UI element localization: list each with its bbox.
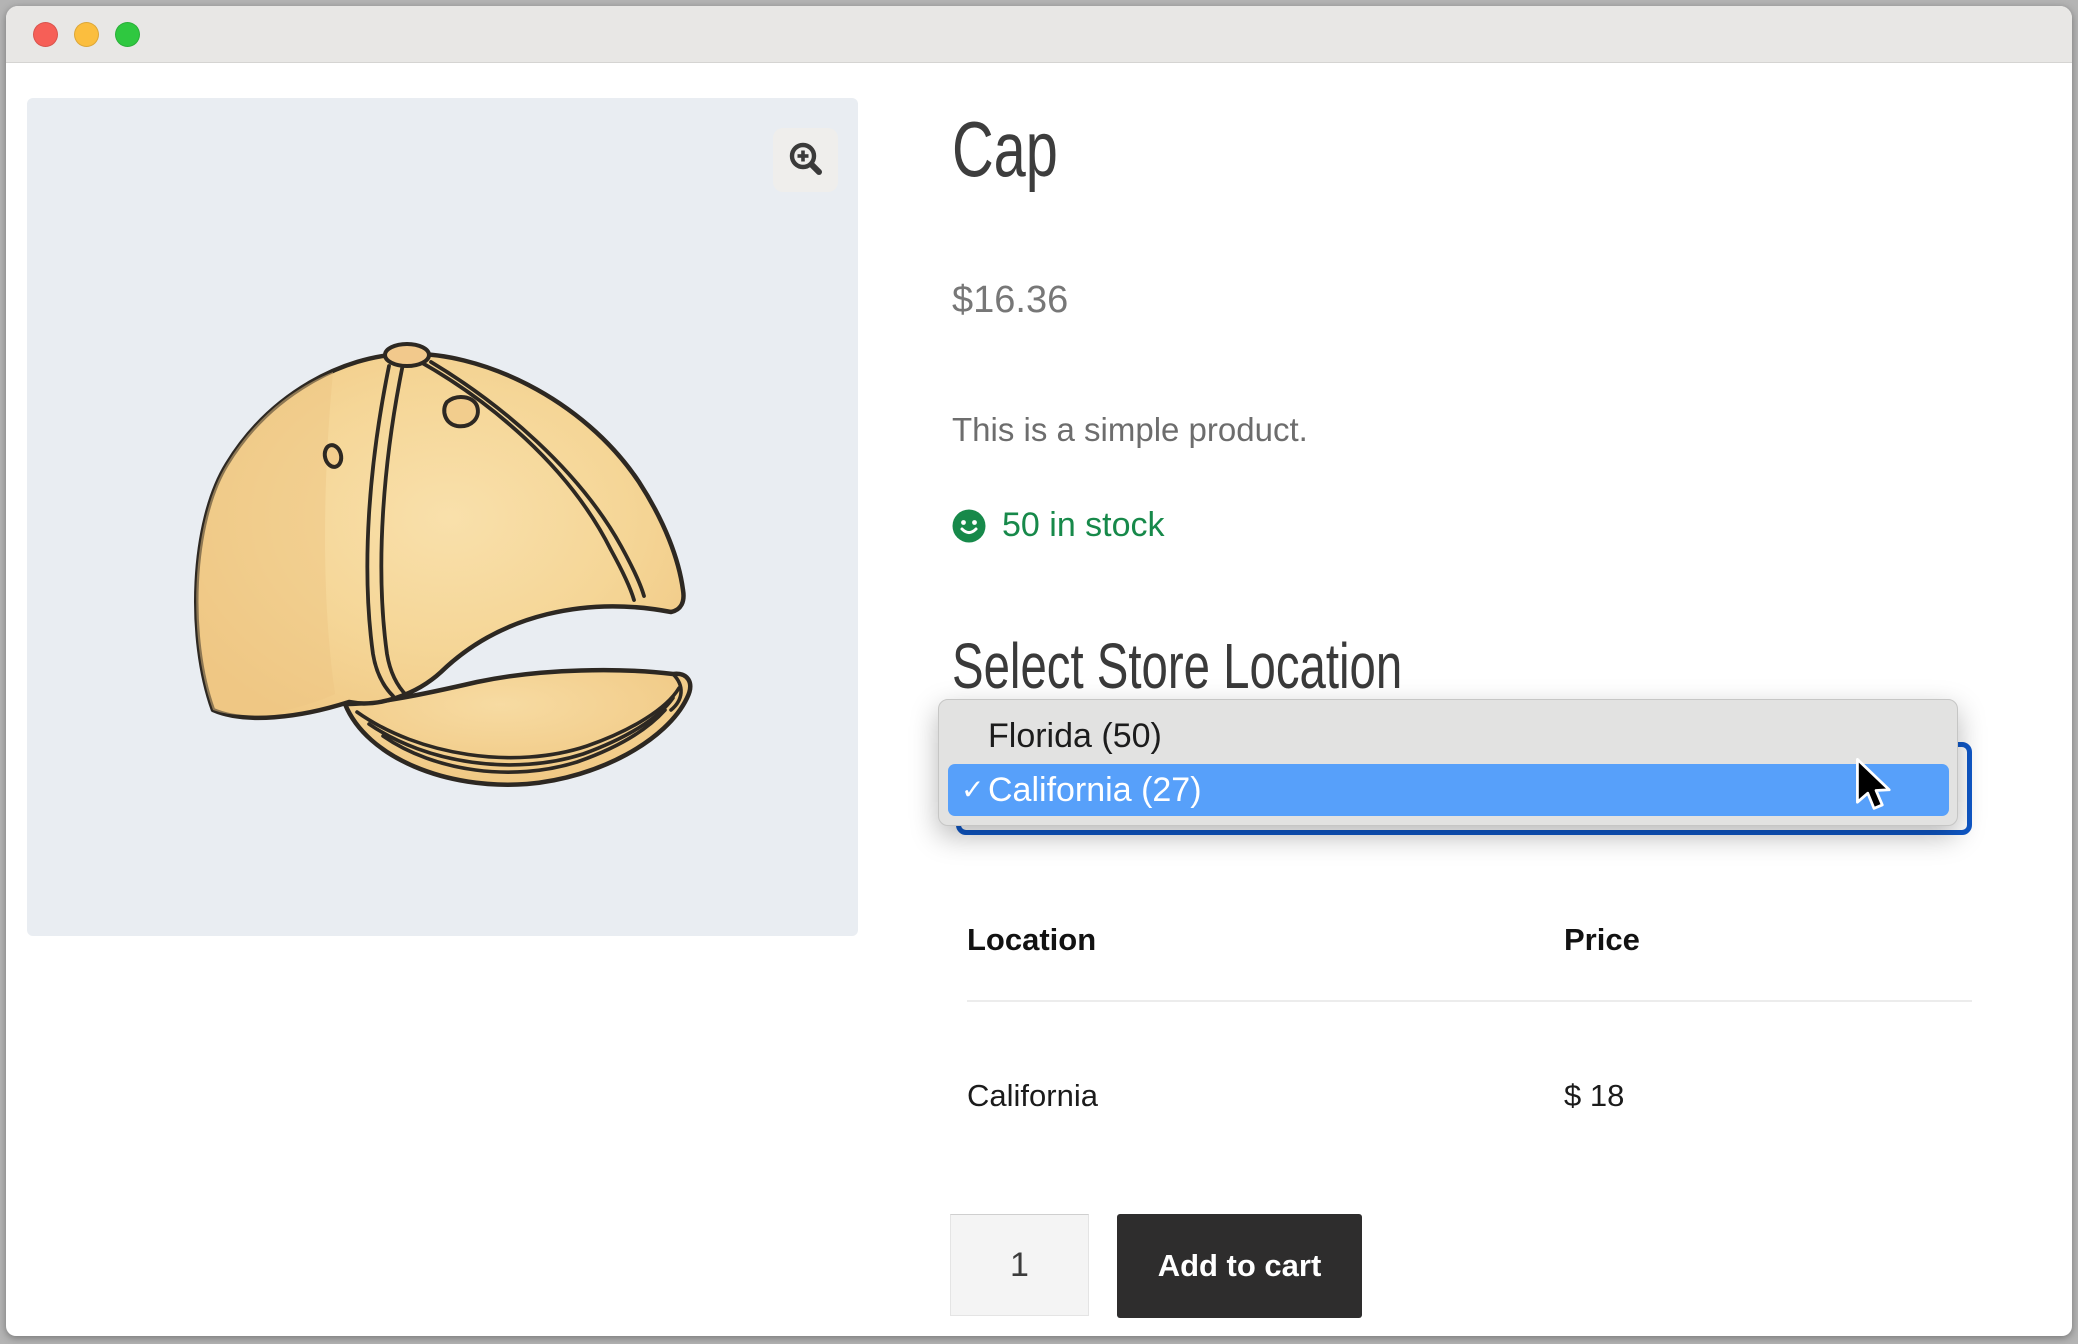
option-label: California (27) — [988, 771, 1202, 810]
close-window-button[interactable] — [33, 22, 58, 47]
product-title: Cap — [952, 110, 1095, 188]
zoom-window-button[interactable] — [115, 22, 140, 47]
checkmark-icon: ✓ — [948, 776, 988, 804]
table-header-location: Location — [967, 922, 1096, 958]
add-to-cart-button[interactable]: Add to cart — [1117, 1214, 1362, 1318]
product-price: $16.36 — [952, 280, 1068, 322]
table-cell-price: $ 18 — [1564, 1078, 1624, 1114]
magnifier-plus-icon — [786, 140, 826, 180]
quantity-input[interactable] — [950, 1214, 1089, 1316]
minimize-window-button[interactable] — [74, 22, 99, 47]
window-titlebar — [6, 6, 2072, 63]
stock-status-label: 50 in stock — [1002, 506, 1165, 545]
dropdown-option-florida[interactable]: Florida (50) — [988, 708, 1162, 764]
product-image-panel[interactable] — [27, 98, 858, 936]
table-header-price: Price — [1564, 922, 1640, 958]
product-description: This is a simple product. — [952, 410, 1308, 450]
stock-status: 50 in stock — [952, 506, 1165, 545]
store-location-heading: Select Store Location — [952, 634, 1560, 698]
option-label: Florida (50) — [988, 717, 1162, 756]
cap-product-image — [27, 98, 858, 936]
table-cell-location: California — [967, 1078, 1098, 1114]
smiley-icon — [952, 509, 986, 543]
browser-window: Cap $16.36 This is a simple product. 50 … — [6, 6, 2072, 1336]
traffic-lights — [33, 22, 140, 47]
image-zoom-button[interactable] — [773, 128, 838, 192]
store-location-dropdown-menu: Florida (50) ✓ California (27) — [938, 699, 1958, 826]
dropdown-option-california[interactable]: ✓ California (27) — [948, 764, 1949, 816]
table-divider — [967, 1000, 1972, 1002]
